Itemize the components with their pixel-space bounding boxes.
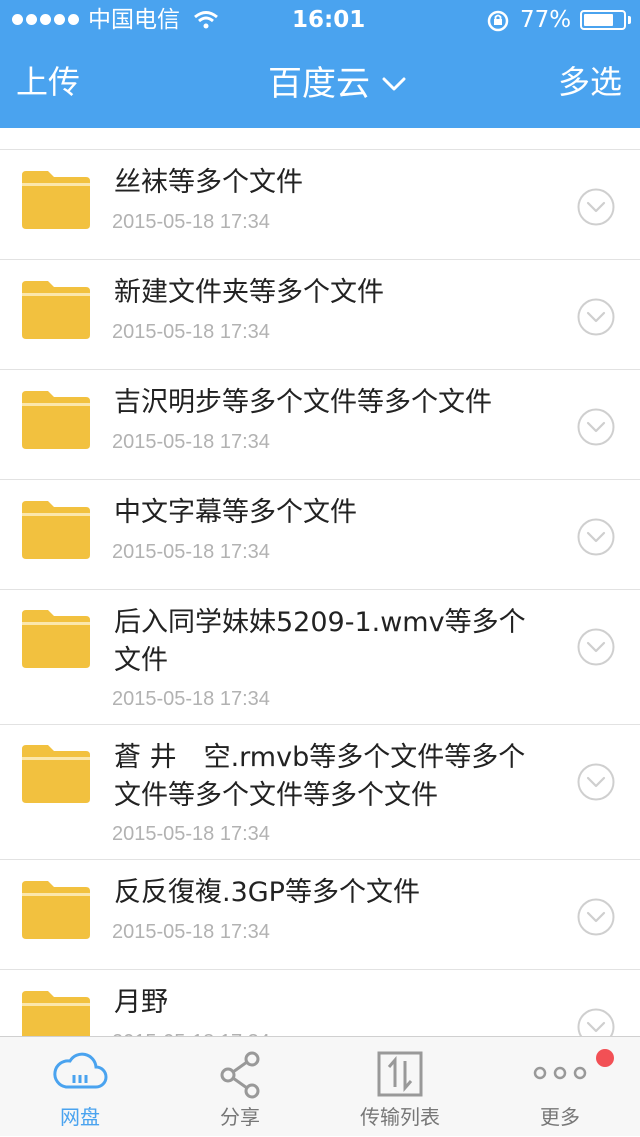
expand-chevron-icon[interactable] — [577, 628, 615, 666]
folder-icon — [22, 391, 90, 449]
tab-label: 传输列表 — [360, 1105, 440, 1129]
signal-strength-icon — [12, 14, 79, 25]
share-icon — [220, 1051, 260, 1099]
file-date: 2015-05-18 17:34 — [112, 321, 270, 343]
expand-chevron-icon[interactable] — [577, 763, 615, 801]
tab-label: 网盘 — [60, 1105, 100, 1129]
list-item[interactable]: 吉沢明步等多个文件等多个文件 2015-05-18 17:34 — [0, 370, 640, 480]
file-date: 2015-05-18 17:34 — [112, 823, 270, 845]
file-name: 蒼 井 空.rmvb等多个文件等多个文件等多个文件等多个文件 — [114, 742, 526, 811]
file-name: 反反復複.3GP等多个文件 — [114, 877, 420, 908]
file-date: 2015-05-18 17:34 — [112, 541, 270, 563]
expand-chevron-icon[interactable] — [577, 188, 615, 226]
tab-bar: 网盘 分享 传输列表 更多 — [0, 1036, 640, 1136]
file-date: 2015-05-18 17:34 — [112, 921, 270, 943]
notification-badge — [596, 1049, 614, 1067]
title-dropdown[interactable]: 百度云 — [268, 62, 406, 106]
status-time: 16:01 — [292, 7, 366, 33]
top-bar: 中国电信 16:01 77% 上传 百度云 多选 — [0, 0, 640, 128]
multi-select-button[interactable]: 多选 — [558, 62, 622, 102]
battery-percent: 77% — [520, 7, 572, 33]
tab-transfer-list[interactable]: 传输列表 — [320, 1037, 480, 1137]
cloud-icon — [53, 1052, 108, 1089]
file-name: 后入同学妹妹5209-1.wmv等多个文件 — [114, 607, 526, 676]
page-title: 百度云 — [268, 64, 370, 104]
file-name: 月野 — [114, 987, 168, 1018]
list-item[interactable]: 后入同学妹妹5209-1.wmv等多个文件 2015-05-18 17:34 — [0, 590, 640, 725]
file-date: 2015-05-18 17:34 — [112, 688, 270, 710]
battery-icon — [580, 10, 626, 30]
navigation-bar: 上传 百度云 多选 — [0, 40, 640, 128]
file-date: 2015-05-18 17:34 — [112, 431, 270, 453]
tab-netdisk[interactable]: 网盘 — [0, 1037, 160, 1137]
more-icon — [533, 1066, 587, 1080]
folder-icon — [22, 991, 90, 1036]
status-bar: 中国电信 16:01 77% — [0, 0, 640, 40]
folder-icon — [22, 171, 90, 229]
file-name: 吉沢明步等多个文件等多个文件 — [114, 387, 492, 418]
list-item[interactable]: 丝袜等多个文件 2015-05-18 17:34 — [0, 150, 640, 260]
upload-button[interactable]: 上传 — [16, 62, 80, 102]
list-item[interactable]: 新建文件夹等多个文件 2015-05-18 17:34 — [0, 260, 640, 370]
tab-share[interactable]: 分享 — [160, 1037, 320, 1137]
tab-more[interactable]: 更多 — [480, 1037, 640, 1137]
list-item[interactable]: 中文字幕等多个文件 2015-05-18 17:34 — [0, 480, 640, 590]
tab-label: 更多 — [540, 1105, 580, 1129]
file-list[interactable]: 丝袜等多个文件 2015-05-18 17:34 新建文件夹等多个文件 2015-05… — [0, 128, 640, 1036]
folder-icon — [22, 610, 90, 668]
expand-chevron-icon[interactable] — [577, 298, 615, 336]
list-item[interactable]: 反反復複.3GP等多个文件 2015-05-18 17:34 — [0, 860, 640, 970]
list-item[interactable]: 月野2015-05-18 17:34 — [0, 970, 640, 1036]
tab-label: 分享 — [220, 1105, 260, 1129]
rotation-lock-icon — [487, 10, 509, 32]
transfer-icon — [377, 1051, 423, 1097]
expand-chevron-icon[interactable] — [577, 408, 615, 446]
file-date: 2015-05-18 17:34 — [112, 211, 270, 233]
folder-icon — [22, 881, 90, 939]
carrier-label: 中国电信 — [88, 7, 180, 33]
list-item[interactable]: 蒼 井 空.rmvb等多个文件等多个文件等多个文件等多个文件 2015-05-18… — [0, 725, 640, 860]
folder-icon — [22, 501, 90, 559]
battery-tip — [628, 16, 631, 24]
wifi-icon — [194, 11, 218, 29]
folder-icon — [22, 745, 90, 803]
file-name: 中文字幕等多个文件 — [114, 497, 357, 528]
folder-icon — [22, 281, 90, 339]
file-name: 新建文件夹等多个文件 — [114, 277, 384, 308]
expand-chevron-icon[interactable] — [577, 518, 615, 556]
expand-chevron-icon[interactable] — [577, 898, 615, 936]
expand-chevron-icon[interactable] — [577, 1008, 615, 1036]
file-name: 丝袜等多个文件 — [114, 167, 303, 198]
chevron-down-icon — [382, 77, 406, 91]
